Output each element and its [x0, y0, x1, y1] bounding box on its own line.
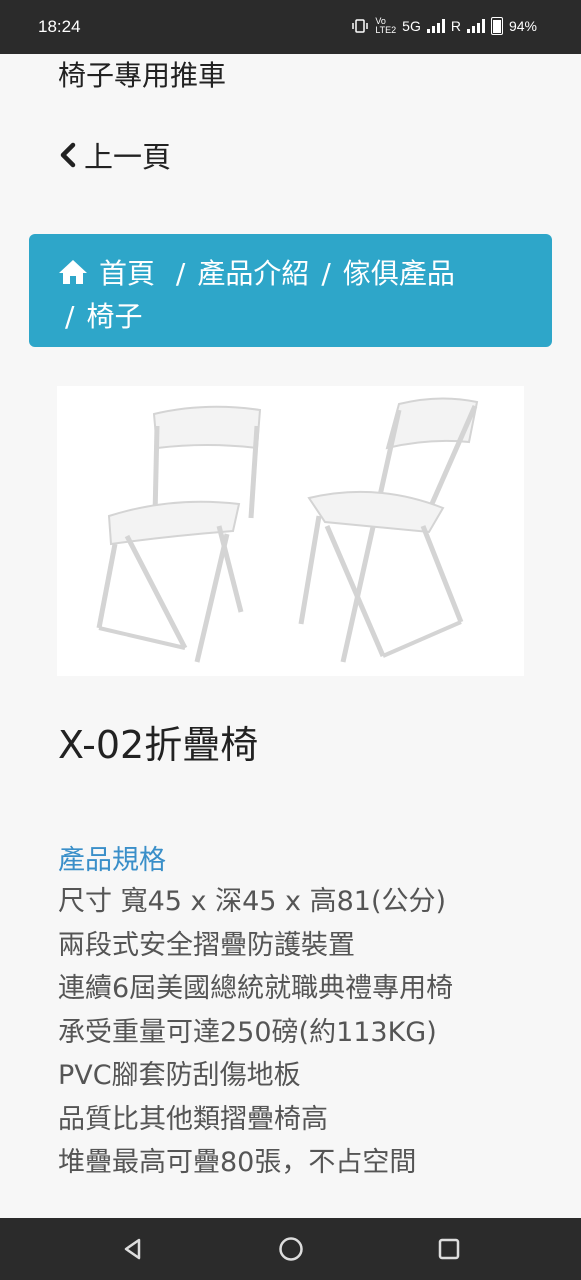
nav-back-button[interactable] — [113, 1229, 153, 1269]
page-content: 椅子專用推車 上一頁 首頁 / 產品介紹 / 傢俱產品 / 椅子 X-02折疊椅… — [0, 54, 581, 1218]
spec-item: 堆疊最高可疊80張，不占空間 — [58, 1147, 417, 1178]
battery-percent: 94% — [508, 18, 537, 34]
chevron-left-icon — [60, 142, 76, 168]
product-image — [57, 386, 524, 676]
volte-icon: Vo LTE2 — [375, 16, 397, 35]
breadcrumb-separator: / — [65, 300, 75, 333]
spec-list: 尺寸 寬45 x 深45 x 高81(公分) 兩段式安全摺疊防護裝置 連續6屆美… — [58, 880, 453, 1185]
spec-heading: 產品規格 — [58, 845, 166, 876]
breadcrumb-separator: / — [175, 257, 186, 290]
folding-chairs-image — [96, 397, 479, 663]
spec-item: PVC腳套防刮傷地板 — [58, 1060, 301, 1091]
nav-home-button[interactable] — [271, 1229, 311, 1269]
vibrate-icon — [352, 19, 369, 33]
status-icons: Vo LTE2 5G R 94% — [351, 17, 537, 35]
product-name: X-02折疊椅 — [58, 723, 259, 767]
back-triangle-icon — [124, 1238, 140, 1260]
home-icon — [59, 260, 87, 284]
roaming-indicator: R — [450, 18, 461, 34]
breadcrumb-separator: / — [321, 257, 331, 290]
spec-item: 尺寸 寬45 x 深45 x 高81(公分) — [58, 886, 447, 917]
breadcrumb-furniture[interactable]: 傢俱產品 — [343, 257, 455, 290]
breadcrumb: 首頁 / 產品介紹 / 傢俱產品 / 椅子 — [29, 234, 552, 347]
spec-item: 連續6屆美國總統就職典禮專用椅 — [58, 973, 454, 1004]
status-time: 18:24 — [38, 17, 81, 36]
breadcrumb-label-home: 首頁 — [99, 257, 156, 290]
spec-item: 品質比其他類摺疊椅高 — [58, 1103, 328, 1135]
network-type: 5G — [402, 18, 421, 34]
previous-page-title[interactable]: 椅子專用推車 — [58, 54, 226, 94]
spec-item: 兩段式安全摺疊防護裝置 — [58, 929, 355, 961]
breadcrumb-products[interactable]: 產品介紹 — [197, 257, 309, 290]
signal-icon — [426, 19, 445, 33]
back-link[interactable]: 上一頁 — [58, 134, 171, 176]
recents-square-icon — [438, 1238, 459, 1260]
back-link-label: 上一頁 — [84, 140, 172, 174]
signal-icon-2 — [466, 19, 485, 33]
home-circle-icon — [278, 1237, 303, 1261]
status-bar: 18:24 Vo LTE2 5G R 94% — [0, 0, 581, 54]
battery-icon — [490, 17, 503, 35]
spec-item: 承受重量可達250磅(約113KG) — [58, 1016, 437, 1048]
breadcrumb-chairs[interactable]: 椅子 — [86, 300, 142, 333]
breadcrumb-home[interactable]: 首頁 — [57, 257, 164, 290]
navigation-bar — [0, 1218, 581, 1280]
nav-recents-button[interactable] — [429, 1229, 469, 1269]
